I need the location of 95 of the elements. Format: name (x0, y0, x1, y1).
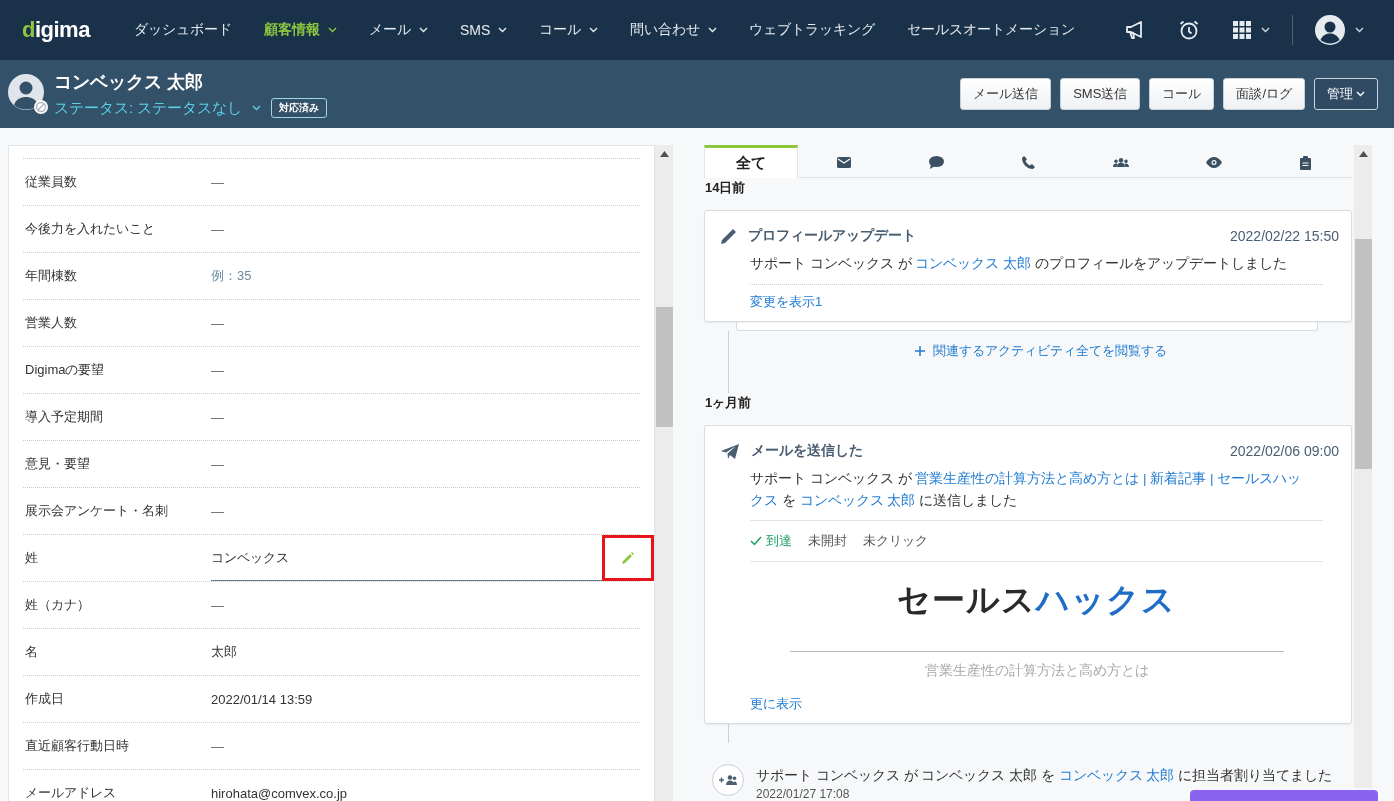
nav-item[interactable]: SMS (443, 21, 524, 39)
delivery-status: 未開封 (808, 532, 847, 551)
show-more-link[interactable]: 更に表示 (750, 695, 802, 714)
field-label: 直近顧客行動日時 (24, 737, 130, 755)
megaphone-icon[interactable] (1125, 21, 1145, 39)
user-avatar-icon[interactable] (1315, 15, 1345, 45)
caret-icon (1261, 27, 1270, 33)
show-changes-link[interactable]: 変更を表示1 (750, 293, 823, 312)
action-button[interactable]: コール (1149, 78, 1215, 110)
time-group-heading: 1ヶ月前 (705, 394, 753, 413)
caret-icon (252, 105, 262, 111)
field-label: 営業人数 (24, 314, 78, 332)
mail-icon (837, 157, 852, 169)
nav-item[interactable]: 問い合わせ (614, 21, 734, 39)
activity-sentence: サポート コンベックス が 営業生産性の計算方法と高め方とは | 新着記事 | セールスハッ (750, 470, 1302, 489)
action-button[interactable]: 管理 (1314, 78, 1378, 110)
time-group-heading: 14日前 (705, 179, 747, 198)
field-value: 太郎 (211, 643, 238, 661)
caret-icon (1355, 27, 1364, 33)
app-logo[interactable]: digima (22, 17, 90, 43)
field-label: 導入予定期間 (24, 408, 104, 426)
field-label: 名 (24, 643, 39, 661)
contact-name: コンベックス 太郎 (54, 71, 204, 94)
field-label: 意見・要望 (24, 455, 91, 473)
nav-item[interactable]: ウェブトラッキング (733, 21, 892, 39)
activity-link[interactable]: コンベックス 太郎 (915, 256, 1032, 272)
activity-date: 2022/02/22 15:50 (1230, 228, 1339, 245)
action-button[interactable]: SMS送信 (1060, 78, 1141, 110)
activity-link[interactable]: コンベックス 太郎 (799, 493, 916, 509)
status-dropdown[interactable]: ステータス: ステータスなし (54, 98, 262, 118)
contact-avatar-icon (8, 74, 48, 114)
chat-bubble-icon (929, 156, 945, 170)
action-button[interactable]: メール送信 (960, 78, 1052, 110)
nav-item[interactable]: 顧客情報 (247, 21, 353, 39)
field-value: ― (211, 456, 225, 472)
status-badge: 対応済み (271, 98, 328, 118)
activity-title: メールを送信した (751, 442, 864, 461)
plus-icon (914, 346, 925, 357)
field-label: 姓 (24, 549, 39, 567)
action-button[interactable]: 面談/ログ (1223, 78, 1305, 110)
clipboard-icon (1300, 155, 1312, 170)
field-value: ― (211, 362, 225, 378)
nav-item[interactable]: メール (352, 21, 444, 39)
phone-icon (1022, 156, 1036, 170)
nav-item[interactable]: セールスオートメーション (891, 21, 1092, 39)
field-value: ― (211, 738, 225, 754)
field-value: ― (211, 597, 225, 613)
field-value: 2022/01/14 13:59 (211, 691, 314, 707)
eye-icon (1205, 157, 1222, 169)
field-label: 姓（カナ） (24, 596, 91, 614)
scrollbar[interactable] (655, 145, 673, 801)
activity-sentence: サポート コンベックス が コンベックス 太郎 を コンベックス 太郎 に担当者割り当てました (756, 767, 1333, 785)
scrollbar-thumb[interactable] (655, 307, 673, 427)
field-value: hirohata@comvex.co.jp (211, 785, 349, 801)
activity-sentence: サポート コンベックス が コンベックス 太郎 のプロフィールをアップデートしました (750, 255, 1287, 274)
field-label: メールアドレス (24, 784, 117, 801)
nav-item[interactable]: ダッシュボード (117, 21, 248, 39)
field-label: Digimaの要望 (24, 361, 106, 379)
activity-link[interactable]: 営業生産性の計算方法と高め方とは | 新着記事 | セールスハッ (915, 471, 1302, 487)
activity-filter-tab[interactable]: 全て (704, 145, 799, 179)
field-label: 展示会アンケート・名刺 (24, 502, 169, 520)
activity-date: 2022/01/27 17:08 (756, 787, 850, 801)
assign-people-icon (719, 775, 737, 785)
caret-icon (1356, 91, 1365, 97)
people-icon (1113, 158, 1130, 168)
activity-title: プロフィールアップデート (748, 227, 917, 246)
field-value: 例：35 (211, 267, 253, 285)
paper-plane-icon (721, 443, 739, 459)
field-label: 今後力を入れたいこと (24, 220, 156, 238)
field-label: 年間棟数 (24, 267, 78, 285)
nav-item[interactable]: コール (523, 21, 615, 39)
scroll-up-arrow-icon[interactable] (659, 151, 669, 157)
scroll-up-arrow-icon[interactable] (1358, 151, 1368, 157)
activity-link[interactable]: コンベックス 太郎 (1058, 768, 1175, 783)
activity-sentence: クス を コンベックス 太郎 に送信しました (750, 492, 1018, 511)
field-value: ― (211, 409, 225, 425)
field-label: 作成日 (24, 690, 65, 708)
delivery-status: 未クリック (863, 532, 928, 551)
alarm-clock-icon[interactable] (1179, 20, 1199, 40)
apps-grid-icon[interactable] (1233, 21, 1251, 39)
activity-link[interactable]: クス (750, 493, 778, 509)
field-label: 従業員数 (24, 173, 78, 191)
field-value: ― (211, 174, 225, 190)
field-value: ― (211, 221, 225, 237)
field-value: ― (211, 315, 225, 331)
text-input-field[interactable]: コンベックス (211, 535, 654, 581)
scrollbar-thumb[interactable] (1354, 239, 1372, 469)
check-icon (750, 536, 762, 547)
view-all-activities-link[interactable]: 関連するアクティビティ全てを閲覧する (908, 341, 1173, 362)
delivery-status: 到達 (750, 532, 792, 551)
activity-date: 2022/02/06 09:00 (1230, 443, 1339, 460)
pencil-icon (721, 228, 736, 244)
scrollbar[interactable] (1354, 145, 1372, 788)
field-value: ― (211, 503, 225, 519)
email-logo: セールスハックス (897, 580, 1176, 621)
